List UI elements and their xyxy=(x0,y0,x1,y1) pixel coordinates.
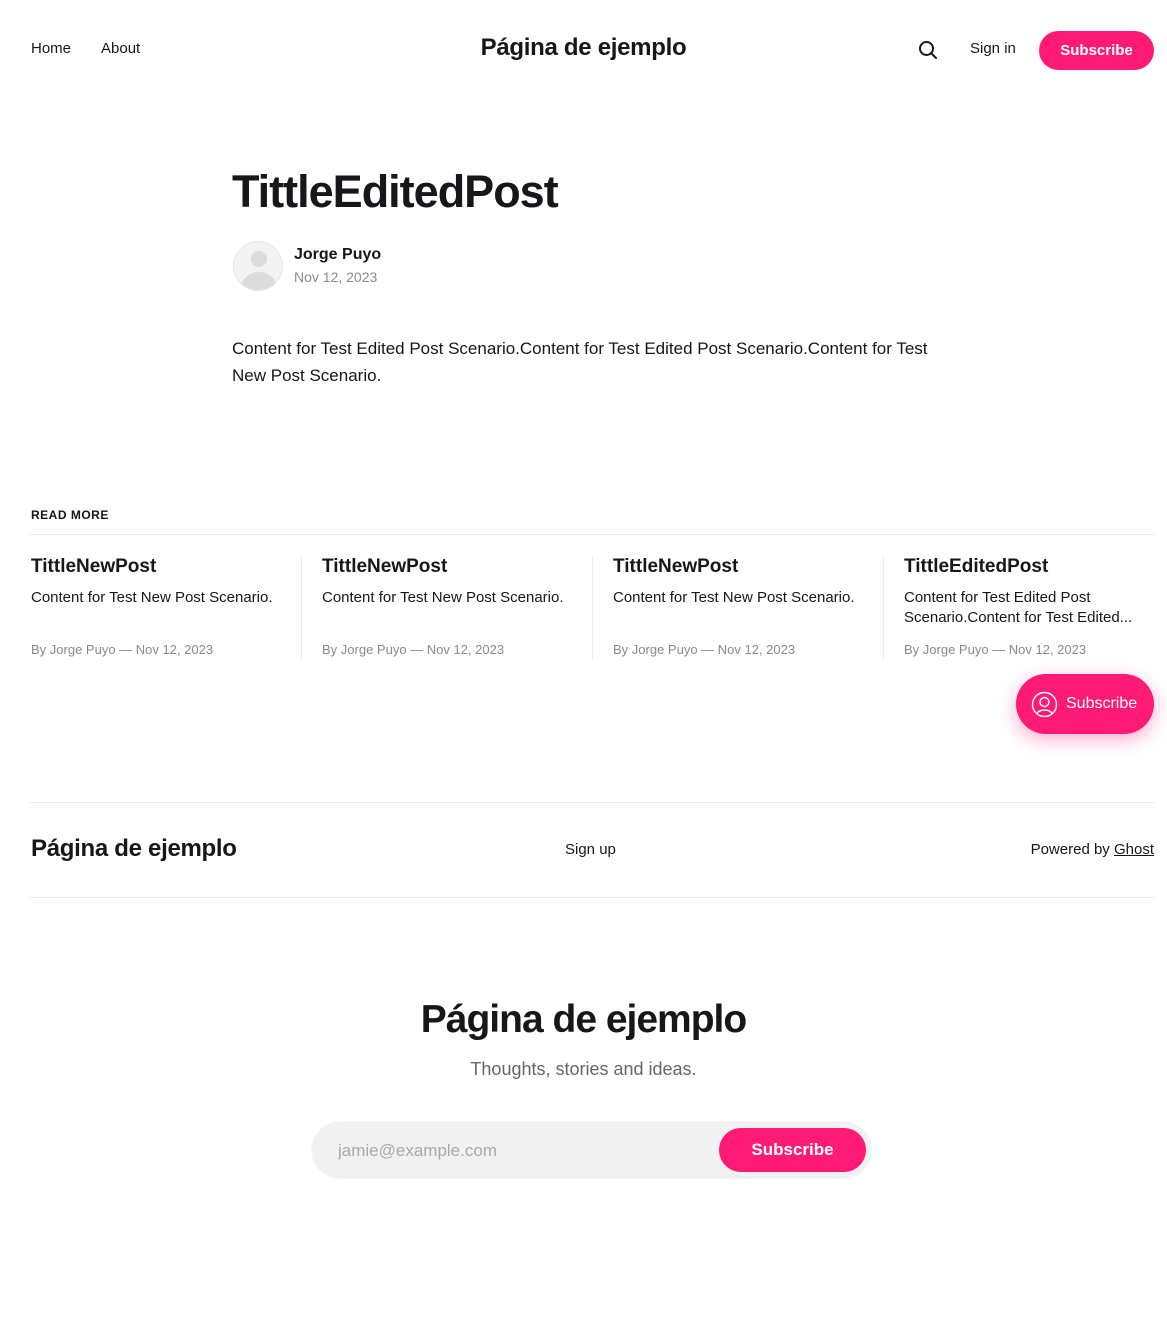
footer-signup-link[interactable]: Sign up xyxy=(565,841,616,858)
article-title: TittleEditedPost xyxy=(232,166,559,217)
powered-by: Powered by Ghost xyxy=(1031,841,1154,858)
related-post-meta: By Jorge Puyo — Nov 12, 2023 xyxy=(904,642,1087,657)
divider xyxy=(301,556,302,660)
nav-about-link[interactable]: About xyxy=(101,40,140,57)
related-post-title[interactable]: TittleEditedPost xyxy=(904,556,1154,578)
read-more-heading: READ MORE xyxy=(31,508,109,522)
ghost-link[interactable]: Ghost xyxy=(1114,841,1154,858)
floating-subscribe-label: Subscribe xyxy=(1066,695,1138,712)
post-date: Nov 12, 2023 xyxy=(294,269,378,285)
related-post-title[interactable]: TittleNewPost xyxy=(31,556,281,578)
cta-title: Página de ejemplo xyxy=(420,998,747,1041)
floating-subscribe-button[interactable]: Subscribe xyxy=(1016,674,1154,734)
related-post-excerpt: Content for Test New Post Scenario. xyxy=(613,589,855,606)
user-circle-icon xyxy=(1031,691,1058,717)
related-post-excerpt: Content for Test New Post Scenario. xyxy=(31,589,273,606)
related-post-meta: By Jorge Puyo — Nov 12, 2023 xyxy=(31,642,214,657)
related-post-card[interactable]: TittleNewPost Content for Test New Post … xyxy=(31,556,322,660)
related-post-excerpt: Content for Test Edited Post Scenario.Co… xyxy=(904,589,1133,626)
author-name[interactable]: Jorge Puyo xyxy=(294,246,381,264)
related-post-title[interactable]: TittleNewPost xyxy=(613,556,863,578)
author-avatar[interactable] xyxy=(233,241,283,291)
divider xyxy=(592,556,593,660)
email-input[interactable] xyxy=(338,1138,708,1164)
default-avatar-icon xyxy=(234,242,282,290)
search-button[interactable] xyxy=(915,37,941,63)
divider xyxy=(30,897,1154,898)
nav-home-link[interactable]: Home xyxy=(31,40,71,57)
divider xyxy=(30,534,1154,535)
related-post-card[interactable]: TittleEditedPost Content for Test Edited… xyxy=(904,556,1167,660)
divider xyxy=(30,802,1154,803)
divider xyxy=(883,556,884,660)
powered-by-label: Powered by xyxy=(1030,841,1110,858)
cta-subtitle: Thoughts, stories and ideas. xyxy=(470,1059,697,1079)
related-post-title[interactable]: TittleNewPost xyxy=(322,556,572,578)
footer-site-title[interactable]: Página de ejemplo xyxy=(31,835,237,863)
cta-subscribe-button[interactable]: Subscribe xyxy=(719,1128,866,1172)
article-content: Content for Test Edited Post Scenario.Co… xyxy=(232,339,928,385)
related-post-card[interactable]: TittleNewPost Content for Test New Post … xyxy=(322,556,613,660)
related-post-card[interactable]: TittleNewPost Content for Test New Post … xyxy=(613,556,904,660)
related-post-excerpt: Content for Test New Post Scenario. xyxy=(322,589,564,606)
sign-in-link[interactable]: Sign in xyxy=(970,40,1016,57)
site-header: Home About Página de ejemplo Sign in Sub… xyxy=(0,0,1167,100)
search-icon xyxy=(919,41,937,59)
related-post-meta: By Jorge Puyo — Nov 12, 2023 xyxy=(322,642,505,657)
related-post-meta: By Jorge Puyo — Nov 12, 2023 xyxy=(613,642,796,657)
subscribe-button[interactable]: Subscribe xyxy=(1039,31,1154,70)
site-title-link[interactable]: Página de ejemplo xyxy=(481,34,687,61)
